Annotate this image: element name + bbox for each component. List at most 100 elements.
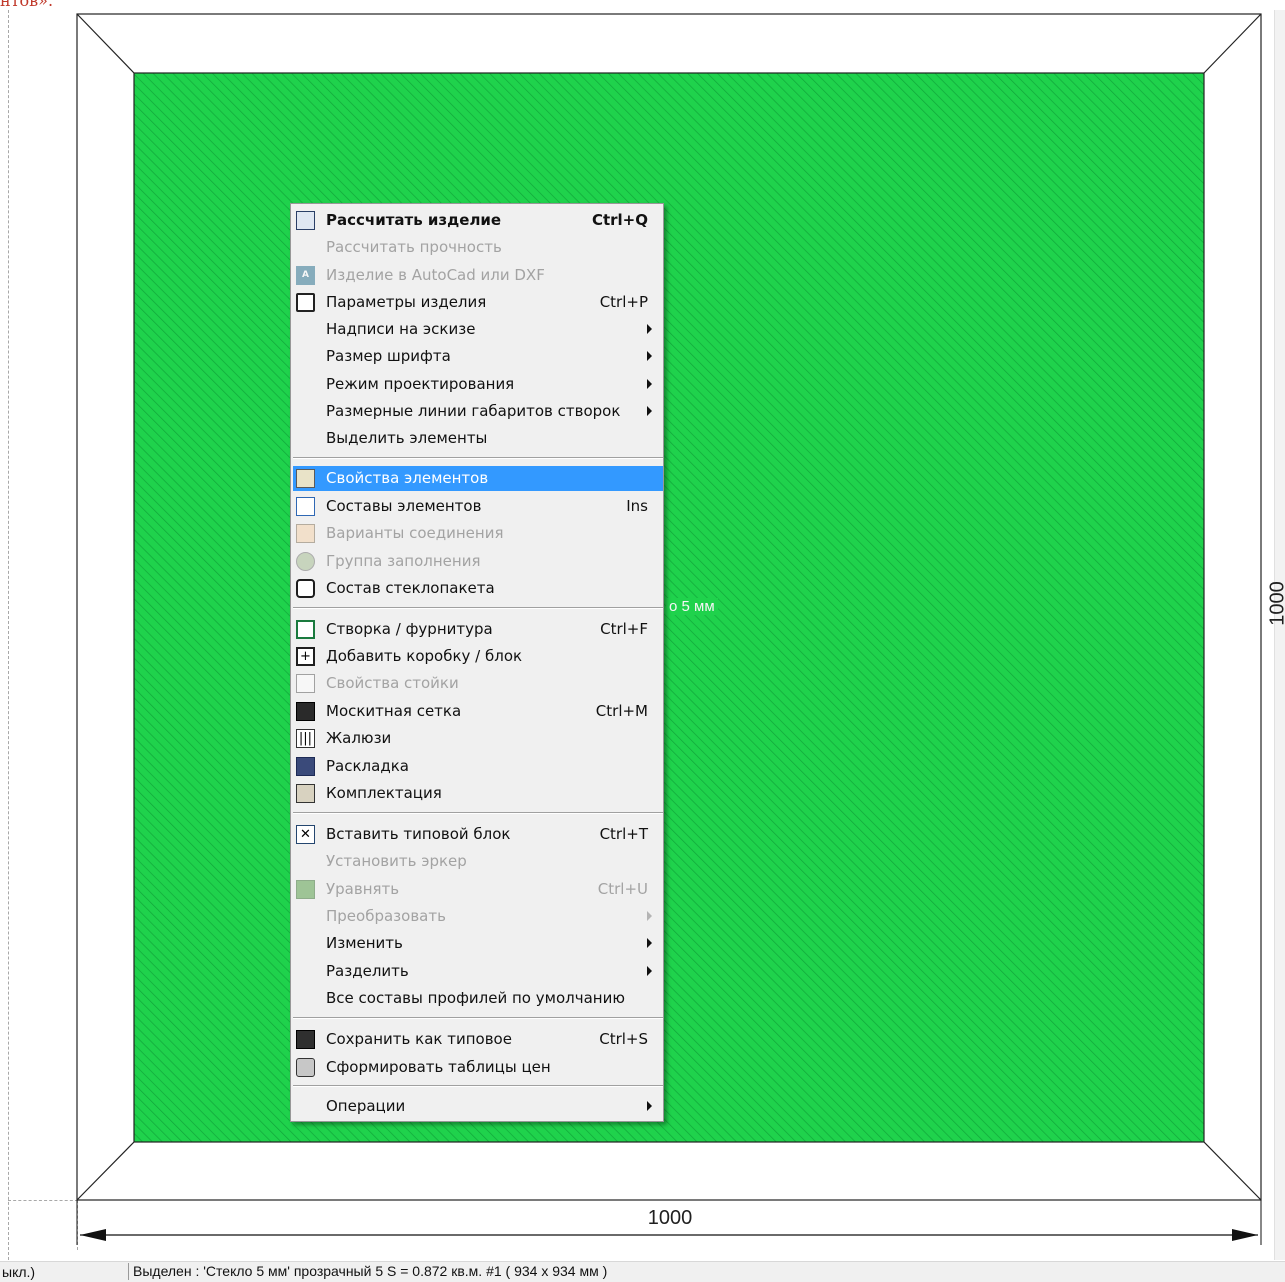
- menu-item-label: Створка / фурнитура: [326, 620, 493, 638]
- submenu-arrow-icon: [647, 351, 652, 361]
- menu-item-label: Размерные линии габаритов створок: [326, 402, 620, 420]
- menu-item-label: Раскладка: [326, 757, 409, 775]
- menu-item-bay-window[interactable]: Установить эркер: [293, 849, 663, 874]
- menu-item-shortcut: Ctrl+T: [600, 825, 648, 843]
- menu-item-label: Надписи на эскизе: [326, 320, 475, 338]
- menu-item-price-tables[interactable]: Сформировать таблицы цен: [293, 1055, 663, 1080]
- status-selection: Выделен : 'Стекло 5 мм' прозрачный 5 S =…: [128, 1263, 1283, 1280]
- menu-item-label: Установить эркер: [326, 852, 467, 870]
- menu-item-shortcut: Ctrl+F: [600, 620, 648, 638]
- menu-item-add-box[interactable]: + Добавить коробку / блок: [293, 644, 663, 669]
- menu-item-shortcut: Ctrl+Q: [592, 211, 648, 229]
- menu-item-default-profiles[interactable]: Все составы профилей по умолчанию: [293, 986, 663, 1011]
- submenu-arrow-icon: [647, 938, 652, 948]
- height-dimension-label: 1000: [1267, 574, 1285, 634]
- menu-item-label: Изменить: [326, 934, 403, 952]
- muntin-icon: [296, 757, 315, 776]
- menu-item-calculate-strength[interactable]: Рассчитать прочность: [293, 235, 663, 260]
- menu-item-select-elements[interactable]: Выделить элементы: [293, 426, 663, 451]
- add-box-icon: +: [296, 647, 315, 666]
- fill-group-icon: [296, 552, 315, 571]
- menu-item-label: Размер шрифта: [326, 347, 451, 365]
- glass-unit-icon: [296, 579, 315, 598]
- submenu-arrow-icon: [647, 911, 652, 921]
- menu-item-dimension-lines[interactable]: Размерные линии габаритов створок: [293, 399, 663, 424]
- submenu-arrow-icon: [647, 1101, 652, 1111]
- menu-item-label: Преобразовать: [326, 907, 446, 925]
- price-table-icon: [296, 1058, 315, 1077]
- submenu-arrow-icon: [647, 406, 652, 416]
- menu-item-label: Разделить: [326, 962, 409, 980]
- menu-item-label: Свойства стойки: [326, 674, 459, 692]
- joint-icon: [296, 524, 315, 543]
- menu-item-equipment[interactable]: Комплектация: [293, 781, 663, 806]
- menu-item-label: Группа заполнения: [326, 552, 480, 570]
- menu-item-shortcut: Ctrl+P: [600, 293, 648, 311]
- menu-separator: [293, 457, 663, 459]
- menu-item-muntins[interactable]: Раскладка: [293, 754, 663, 779]
- autocad-icon: A: [296, 266, 315, 285]
- menu-item-joint-variants[interactable]: Варианты соединения: [293, 521, 663, 546]
- post-icon: [296, 674, 315, 693]
- menu-item-operations[interactable]: Операции: [293, 1094, 663, 1119]
- dimension-arrow: [80, 1229, 106, 1241]
- menu-item-label: Все составы профилей по умолчанию: [326, 989, 625, 1007]
- composition-icon: [296, 497, 315, 516]
- calculator-icon: [296, 211, 315, 230]
- menu-item-label: Режим проектирования: [326, 375, 514, 393]
- menu-item-label: Варианты соединения: [326, 524, 504, 542]
- menu-item-design-mode[interactable]: Режим проектирования: [293, 372, 663, 397]
- menu-item-label: Изделие в AutoCad или DXF: [326, 266, 545, 284]
- menu-item-label: Свойства элементов: [326, 469, 488, 487]
- menu-item-label: Добавить коробку / блок: [326, 647, 522, 665]
- menu-item-label: Операции: [326, 1097, 405, 1115]
- menu-item-align[interactable]: Уравнять Ctrl+U: [293, 877, 663, 902]
- glass-label: о 5 мм: [666, 598, 718, 615]
- menu-item-split[interactable]: Разделить: [293, 959, 663, 984]
- menu-separator: [293, 607, 663, 609]
- menu-item-label: Состав стеклопакета: [326, 579, 495, 597]
- menu-item-element-compositions[interactable]: Составы элементов Ins: [293, 494, 663, 519]
- menu-item-label: Параметры изделия: [326, 293, 486, 311]
- menu-item-label: Жалюзи: [326, 729, 391, 747]
- menu-item-save-template[interactable]: Сохранить как типовое Ctrl+S: [293, 1027, 663, 1052]
- menu-item-font-size[interactable]: Размер шрифта: [293, 344, 663, 369]
- menu-item-mosquito-net[interactable]: Москитная сетка Ctrl+M: [293, 699, 663, 724]
- menu-item-sash-fittings[interactable]: Створка / фурнитура Ctrl+F: [293, 617, 663, 642]
- properties-icon: [296, 469, 315, 488]
- menu-item-label: Выделить элементы: [326, 429, 487, 447]
- menu-item-convert[interactable]: Преобразовать: [293, 904, 663, 929]
- menu-item-label: Рассчитать прочность: [326, 238, 502, 256]
- submenu-arrow-icon: [647, 324, 652, 334]
- menu-item-label: Составы элементов: [326, 497, 481, 515]
- menu-item-shortcut: Ins: [626, 497, 648, 515]
- menu-item-label: Сформировать таблицы цен: [326, 1058, 551, 1076]
- menu-item-glass-unit[interactable]: Состав стеклопакета: [293, 576, 663, 601]
- menu-item-element-properties[interactable]: Свойства элементов: [293, 466, 663, 491]
- menu-item-label: Москитная сетка: [326, 702, 461, 720]
- dimension-arrow: [1232, 1229, 1258, 1241]
- menu-item-sketch-labels[interactable]: Надписи на эскизе: [293, 317, 663, 342]
- menu-item-label: Уравнять: [326, 880, 399, 898]
- sash-icon: [296, 620, 315, 639]
- align-icon: [296, 880, 315, 899]
- menu-item-label: Сохранить как типовое: [326, 1030, 512, 1048]
- menu-item-modify[interactable]: Изменить: [293, 931, 663, 956]
- menu-item-product-parameters[interactable]: Параметры изделия Ctrl+P: [293, 290, 663, 315]
- menu-item-export-autocad[interactable]: A Изделие в AutoCad или DXF: [293, 263, 663, 288]
- blinds-icon: |||: [296, 729, 315, 748]
- submenu-arrow-icon: [647, 966, 652, 976]
- menu-item-shortcut: Ctrl+S: [599, 1030, 648, 1048]
- submenu-arrow-icon: [647, 379, 652, 389]
- menu-item-blinds[interactable]: ||| Жалюзи: [293, 726, 663, 751]
- menu-item-post-properties[interactable]: Свойства стойки: [293, 671, 663, 696]
- status-bar: ыкл.) Выделен : 'Стекло 5 мм' прозрачный…: [0, 1261, 1285, 1282]
- menu-item-insert-block[interactable]: ✕ Вставить типовой блок Ctrl+T: [293, 822, 663, 847]
- mosquito-net-icon: [296, 702, 315, 721]
- menu-item-shortcut: Ctrl+M: [596, 702, 648, 720]
- menu-item-label: Рассчитать изделие: [326, 211, 501, 229]
- menu-item-fill-group[interactable]: Группа заполнения: [293, 549, 663, 574]
- menu-separator: [293, 1085, 663, 1087]
- menu-item-calculate[interactable]: Рассчитать изделие Ctrl+Q: [293, 208, 663, 233]
- menu-item-label: Вставить типовой блок: [326, 825, 510, 843]
